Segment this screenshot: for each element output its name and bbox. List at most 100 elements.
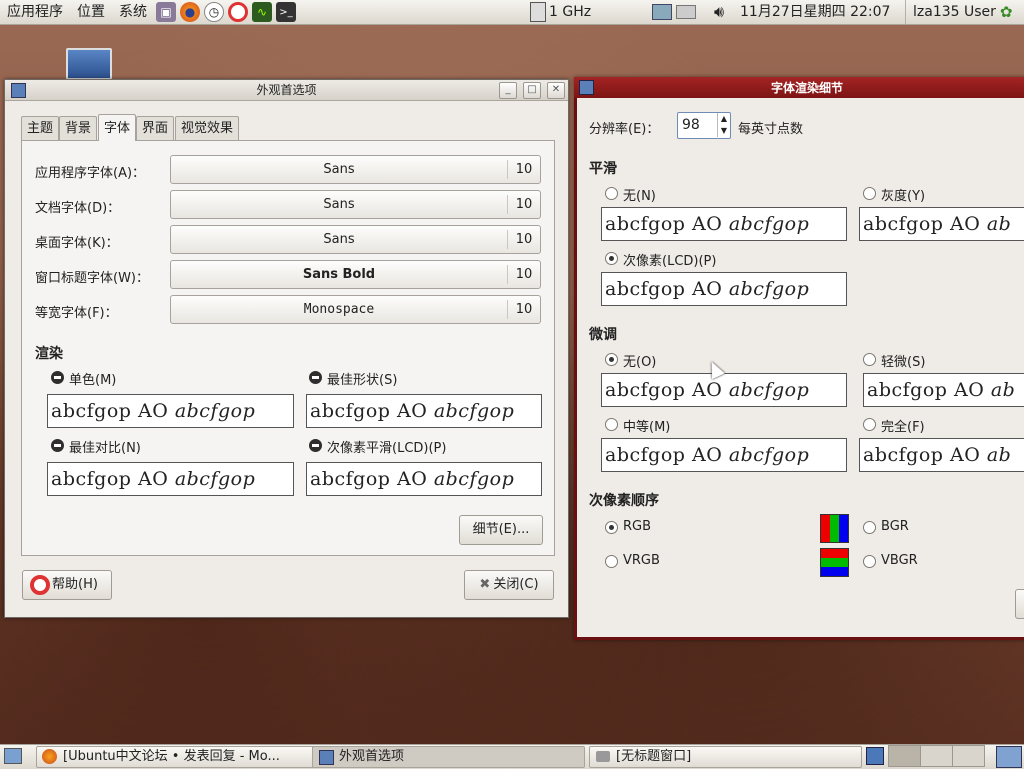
appearance-titlebar[interactable]: 外观首选项 _ □ ✕: [5, 80, 568, 101]
tab-fonts[interactable]: 字体: [98, 114, 137, 141]
render-best-shape-sample[interactable]: abcfgop AO abcfgop: [306, 394, 542, 428]
subpixel-vrgb-radio[interactable]: [605, 555, 618, 568]
mono-font-button[interactable]: Monospace 10: [170, 295, 541, 324]
subpixel-bgr-radio[interactable]: [863, 521, 876, 534]
user-switcher[interactable]: lza135 User ✿: [905, 0, 1012, 24]
tab-theme[interactable]: 主题: [21, 116, 60, 141]
menu-system[interactable]: 系统: [112, 0, 154, 24]
system-monitor-icon[interactable]: ∿: [252, 2, 272, 22]
render-best-shape-label[interactable]: 最佳形状(S): [327, 369, 397, 388]
render-mono-radio[interactable]: [51, 371, 64, 384]
window-menu-icon[interactable]: [579, 80, 594, 95]
smoothing-gray-sample[interactable]: abcfgop AO ab: [859, 207, 1024, 241]
font-rendering-details-window: 字体渲染细节 分辨率(E)： 98 ▲ ▼ 每英寸点数 平滑 无(N) abcf…: [574, 77, 1024, 640]
network-tray[interactable]: [652, 0, 696, 24]
spin-up-icon[interactable]: ▲: [717, 113, 730, 125]
workspace-1[interactable]: [888, 745, 921, 767]
spin-down-icon[interactable]: ▼: [717, 125, 730, 137]
taskbar-item-appearance[interactable]: 外观首选项: [312, 746, 585, 768]
package-manager-icon[interactable]: ▣: [156, 2, 176, 22]
close-button[interactable]: ✖ 关闭(C): [464, 570, 554, 600]
tab-background[interactable]: 背景: [59, 116, 98, 141]
subpixel-rgb-label[interactable]: RGB: [623, 519, 651, 534]
render-mono-label[interactable]: 单色(M): [69, 369, 116, 388]
smoothing-none-radio[interactable]: [605, 187, 618, 200]
desktop-monitor-icon[interactable]: [66, 48, 112, 80]
menu-places[interactable]: 位置: [70, 0, 112, 24]
smoothing-none-label[interactable]: 无(N): [623, 185, 656, 204]
workspace-3[interactable]: [952, 745, 985, 767]
smoothing-heading: 平滑: [589, 161, 617, 177]
help-lifebuoy-icon[interactable]: [228, 2, 248, 22]
smoothing-gray-radio[interactable]: [863, 187, 876, 200]
terminal-icon[interactable]: >_: [276, 2, 296, 22]
render-subpixel-radio[interactable]: [309, 439, 322, 452]
details-button[interactable]: 细节(E)...: [459, 515, 543, 545]
workspace-2[interactable]: [920, 745, 953, 767]
subpixel-vrgb-label[interactable]: VRGB: [623, 553, 660, 568]
clock-icon[interactable]: ◷: [204, 2, 224, 22]
sample-italic: abcfgop: [728, 379, 810, 401]
close-button-label: 关闭(C): [493, 577, 539, 592]
show-desktop-button[interactable]: [4, 748, 22, 764]
smoothing-gray-label[interactable]: 灰度(Y): [881, 185, 925, 204]
hinting-medium-radio[interactable]: [605, 418, 618, 431]
tab-visual-effects[interactable]: 视觉效果: [175, 116, 240, 141]
smoothing-lcd-label[interactable]: 次像素(LCD)(P): [623, 250, 716, 269]
trash-icon[interactable]: [996, 746, 1022, 768]
app-font-label: 应用程序字体(A)：: [35, 166, 146, 181]
hinting-full-sample[interactable]: abcfgop AO ab: [859, 438, 1024, 472]
smoothing-lcd-sample[interactable]: abcfgop AO abcfgop: [601, 272, 847, 306]
desktop-font-button[interactable]: Sans 10: [170, 225, 541, 254]
render-best-contrast-sample[interactable]: abcfgop AO abcfgop: [47, 462, 294, 496]
hinting-none-label[interactable]: 无(O): [623, 351, 656, 370]
render-best-contrast-label[interactable]: 最佳对比(N): [69, 437, 141, 456]
minimize-button[interactable]: _: [499, 82, 517, 99]
render-best-shape-radio[interactable]: [309, 371, 322, 384]
hinting-none-radio[interactable]: [605, 353, 618, 366]
subpixel-vbgr-label[interactable]: VBGR: [881, 553, 918, 568]
sample-text: abcfgop AO: [605, 444, 723, 466]
doc-font-button[interactable]: Sans 10: [170, 190, 541, 219]
hinting-slight-sample[interactable]: abcfgop AO ab: [863, 373, 1024, 407]
hinting-medium-label[interactable]: 中等(M): [623, 416, 670, 435]
details-close-button[interactable]: [1015, 589, 1024, 619]
smoothing-none-sample[interactable]: abcfgop AO abcfgop: [601, 207, 847, 241]
hinting-slight-radio[interactable]: [863, 353, 876, 366]
camera-icon: [596, 751, 610, 762]
subpixel-vbgr-radio[interactable]: [863, 555, 876, 568]
clock-applet[interactable]: 11月27日星期四 22:07: [740, 0, 890, 24]
render-best-contrast-radio[interactable]: [51, 439, 64, 452]
sample-text: abcfgop AO: [51, 468, 169, 490]
subpixel-bgr-label[interactable]: BGR: [881, 519, 909, 534]
help-button[interactable]: 帮助(H): [22, 570, 112, 600]
subpixel-rgb-radio[interactable]: [605, 521, 618, 534]
tab-interface[interactable]: 界面: [136, 116, 175, 141]
close-window-button[interactable]: ✕: [547, 82, 565, 99]
volume-applet[interactable]: 🔊︎: [714, 0, 724, 24]
render-subpixel-sample[interactable]: abcfgop AO abcfgop: [306, 462, 542, 496]
taskbar-item-untitled[interactable]: [无标题窗口]: [589, 746, 862, 768]
hinting-none-sample[interactable]: abcfgop AO abcfgop: [601, 373, 847, 407]
hinting-full-label[interactable]: 完全(F): [881, 416, 925, 435]
render-mono-sample[interactable]: abcfgop AO abcfgop: [47, 394, 294, 428]
hinting-slight-label[interactable]: 轻微(S): [881, 351, 925, 370]
firefox-icon: [42, 749, 57, 764]
render-subpixel-label[interactable]: 次像素平滑(LCD)(P): [327, 437, 446, 456]
maximize-button[interactable]: □: [523, 82, 541, 99]
window-menu-icon[interactable]: [11, 83, 26, 98]
hinting-full-radio[interactable]: [863, 418, 876, 431]
smoothing-lcd-radio[interactable]: [605, 252, 618, 265]
title-font-button[interactable]: Sans Bold 10: [170, 260, 541, 289]
hinting-medium-sample[interactable]: abcfgop AO abcfgop: [601, 438, 847, 472]
app-font-button[interactable]: Sans 10: [170, 155, 541, 184]
cpu-frequency-applet[interactable]: 1 GHz: [530, 0, 591, 24]
window-selector-icon[interactable]: [866, 747, 884, 765]
firefox-icon[interactable]: ●: [180, 2, 200, 22]
taskbar-item-firefox[interactable]: [Ubuntu中文论坛 • 发表回复 - Mo...: [36, 746, 336, 768]
menu-applications[interactable]: 应用程序: [0, 0, 70, 24]
details-titlebar[interactable]: 字体渲染细节: [574, 77, 1024, 98]
sample-text: abcfgop AO: [605, 278, 723, 300]
resolution-spinbox[interactable]: 98 ▲ ▼: [677, 112, 731, 139]
title-font-label: 窗口标题字体(W)：: [35, 271, 149, 286]
